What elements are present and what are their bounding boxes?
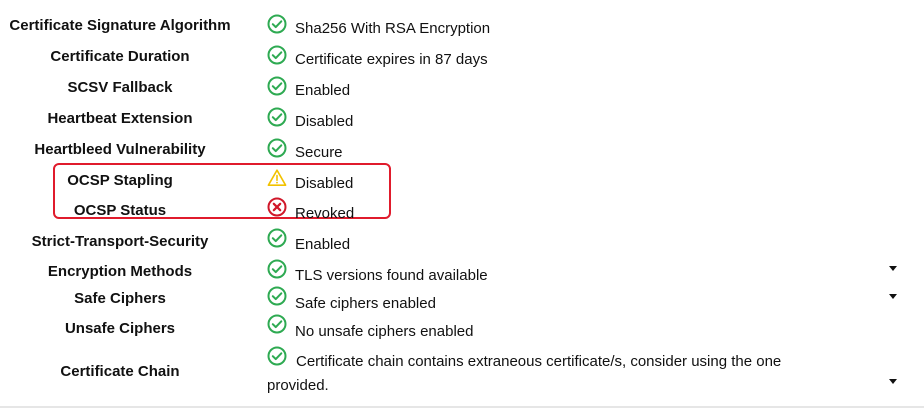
row-label: Certificate Duration xyxy=(50,48,190,65)
row-label: Certificate Chain xyxy=(60,363,180,380)
expand-caret-icon[interactable] xyxy=(889,294,897,299)
row-value: No unsafe ciphers enabled xyxy=(295,323,474,340)
row-label: Strict-Transport-Security xyxy=(31,233,209,250)
check-circle-icon xyxy=(267,45,287,65)
warning-triangle-icon xyxy=(267,168,287,188)
row-value: Disabled xyxy=(295,113,354,130)
row-value: Certificate chain contains extraneous ce… xyxy=(267,353,782,394)
error-circle-x-icon xyxy=(267,197,287,217)
expand-caret-icon[interactable] xyxy=(889,379,897,384)
row-label: Safe Ciphers xyxy=(74,290,166,307)
row-label: Encryption Methods xyxy=(47,263,193,280)
row-label: Certificate Signature Algorithm xyxy=(9,17,231,34)
check-circle-icon xyxy=(267,76,287,96)
check-circle-icon xyxy=(267,138,287,158)
expand-caret-icon[interactable] xyxy=(889,266,897,271)
row-label: Heartbeat Extension xyxy=(47,110,193,127)
check-circle-icon xyxy=(267,259,287,279)
row-label: SCSV Fallback xyxy=(67,79,173,96)
row-value: Disabled xyxy=(295,175,354,192)
row-value: Safe ciphers enabled xyxy=(295,295,436,312)
row-value: Enabled xyxy=(295,236,351,253)
row-label: Unsafe Ciphers xyxy=(64,320,176,337)
check-circle-icon xyxy=(267,107,287,127)
check-circle-icon xyxy=(267,228,287,248)
row-value: Revoked xyxy=(295,205,355,222)
check-circle-icon xyxy=(267,286,287,306)
row-value: TLS versions found available xyxy=(295,267,488,284)
check-circle-icon xyxy=(267,14,287,34)
row-label: Heartbleed Vulnerability xyxy=(34,141,206,158)
row-value: Certificate expires in 87 days xyxy=(295,51,488,68)
row-value: Sha256 With RSA Encryption xyxy=(295,20,491,37)
row-label: OCSP Stapling xyxy=(67,172,173,189)
row-label: OCSP Status xyxy=(73,202,167,219)
row-value: Secure xyxy=(295,144,343,161)
row-value: Enabled xyxy=(295,82,351,99)
check-circle-icon xyxy=(267,314,287,334)
